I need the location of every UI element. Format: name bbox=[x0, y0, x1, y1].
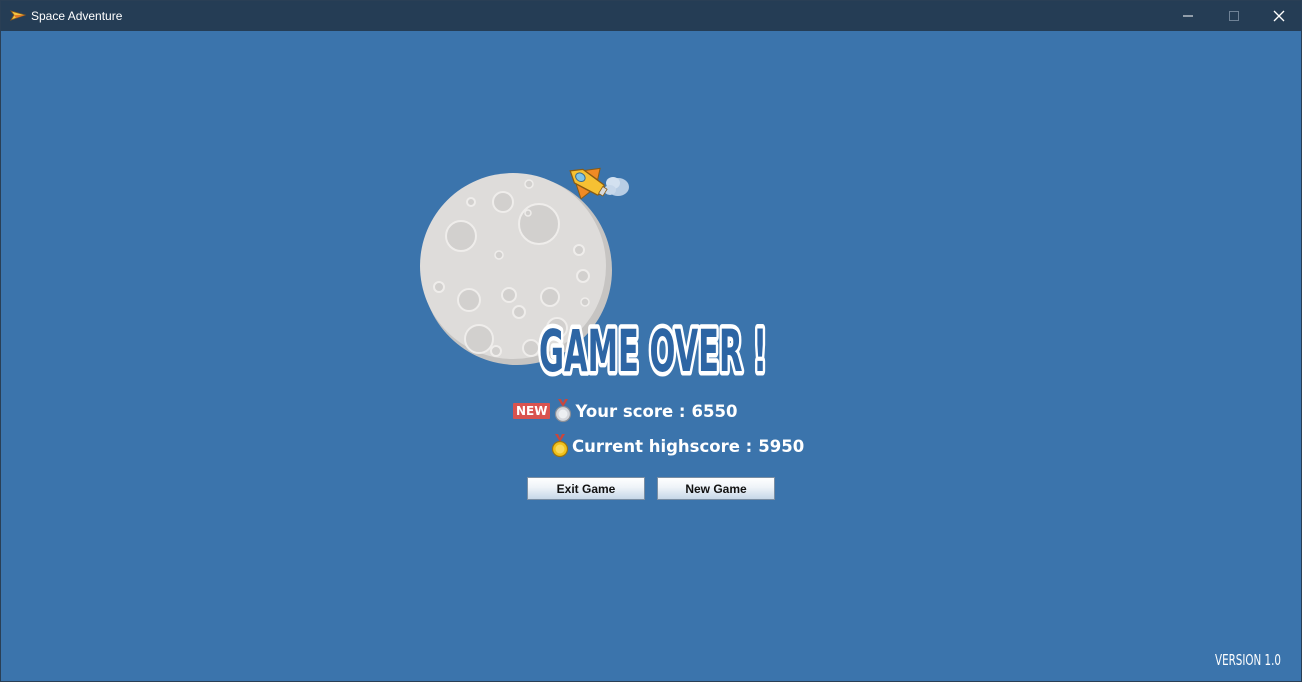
window-title: Space Adventure bbox=[31, 9, 123, 23]
your-score-value: 6550 bbox=[691, 401, 738, 421]
maximize-icon bbox=[1229, 11, 1239, 21]
highscore-value: 5950 bbox=[758, 436, 805, 456]
game-over-headline: GAME OVER ! bbox=[535, 313, 772, 390]
rocket-icon bbox=[569, 167, 629, 200]
highscore-label: Current highscore : bbox=[572, 436, 753, 456]
title-bar[interactable]: Space Adventure bbox=[1, 1, 1301, 31]
new-game-button[interactable]: New Game bbox=[657, 477, 775, 500]
maximize-button[interactable] bbox=[1211, 1, 1257, 31]
minimize-button[interactable] bbox=[1165, 1, 1211, 31]
close-button[interactable] bbox=[1256, 1, 1302, 31]
game-over-text: GAME OVER ! bbox=[539, 317, 767, 385]
version-text: VERSION 1.0 bbox=[1215, 651, 1281, 669]
version-label: VERSION 1.0 bbox=[1215, 651, 1281, 669]
your-score-row: NEW Your score : 6550 bbox=[513, 398, 737, 424]
highscore-row: Current highscore : 5950 bbox=[551, 433, 804, 459]
paper-plane-icon bbox=[10, 10, 26, 21]
new-record-badge: NEW bbox=[513, 403, 551, 419]
minimize-icon bbox=[1183, 15, 1193, 17]
silver-medal-icon bbox=[555, 399, 572, 423]
your-score-label: Your score : bbox=[575, 401, 686, 421]
exit-game-button[interactable]: Exit Game bbox=[527, 477, 645, 500]
gold-medal-icon bbox=[551, 434, 569, 458]
game-window: Space Adventure GAME OVER ! NEW Your sco… bbox=[0, 0, 1302, 682]
game-over-screen: GAME OVER ! NEW Your score : 6550 Curren… bbox=[1, 31, 1301, 682]
close-icon bbox=[1273, 10, 1285, 22]
